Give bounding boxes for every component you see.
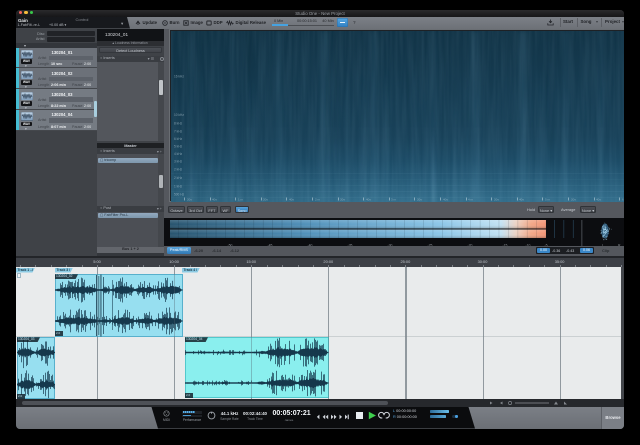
svg-text:6 kHz: 6 kHz: [174, 137, 183, 141]
svg-text:20s: 20s: [571, 197, 576, 201]
svg-text:40s: 40s: [289, 197, 294, 201]
svg-text:4 kHz: 4 kHz: [174, 152, 183, 156]
svg-text:20s: 20s: [340, 197, 345, 201]
svg-text:10 kHz: 10 kHz: [174, 113, 184, 117]
svg-text:40s: 40s: [519, 197, 524, 201]
svg-text:5 m: 5 m: [545, 197, 551, 201]
svg-text:20s: 20s: [494, 197, 499, 201]
svg-text:3 kHz: 3 kHz: [174, 159, 183, 163]
svg-text:20s: 20s: [263, 197, 268, 201]
svg-text:7 kHz: 7 kHz: [174, 129, 183, 133]
svg-text:40s: 40s: [443, 197, 448, 201]
svg-text:4 m: 4 m: [468, 197, 474, 201]
svg-text:5 kHz: 5 kHz: [174, 144, 183, 148]
svg-text:20s: 20s: [187, 197, 192, 201]
svg-text:16 kHz: 16 kHz: [174, 74, 184, 78]
svg-text:3 m: 3 m: [391, 197, 397, 201]
svg-text:8 kHz: 8 kHz: [174, 121, 183, 125]
svg-text:2 kHz: 2 kHz: [174, 167, 183, 171]
svg-text:2 kHz: 2 kHz: [174, 176, 183, 180]
svg-text:40s: 40s: [596, 197, 601, 201]
svg-text:40s: 40s: [212, 197, 217, 201]
svg-text:1 kHz: 1 kHz: [174, 184, 183, 188]
svg-text:1 m: 1 m: [238, 197, 244, 201]
svg-text:40s: 40s: [366, 197, 371, 201]
svg-text:20s: 20s: [417, 197, 422, 201]
svg-text:6 m: 6 m: [622, 197, 624, 201]
svg-text:2 m: 2 m: [315, 197, 321, 201]
svg-text:500 Hz: 500 Hz: [174, 192, 185, 196]
